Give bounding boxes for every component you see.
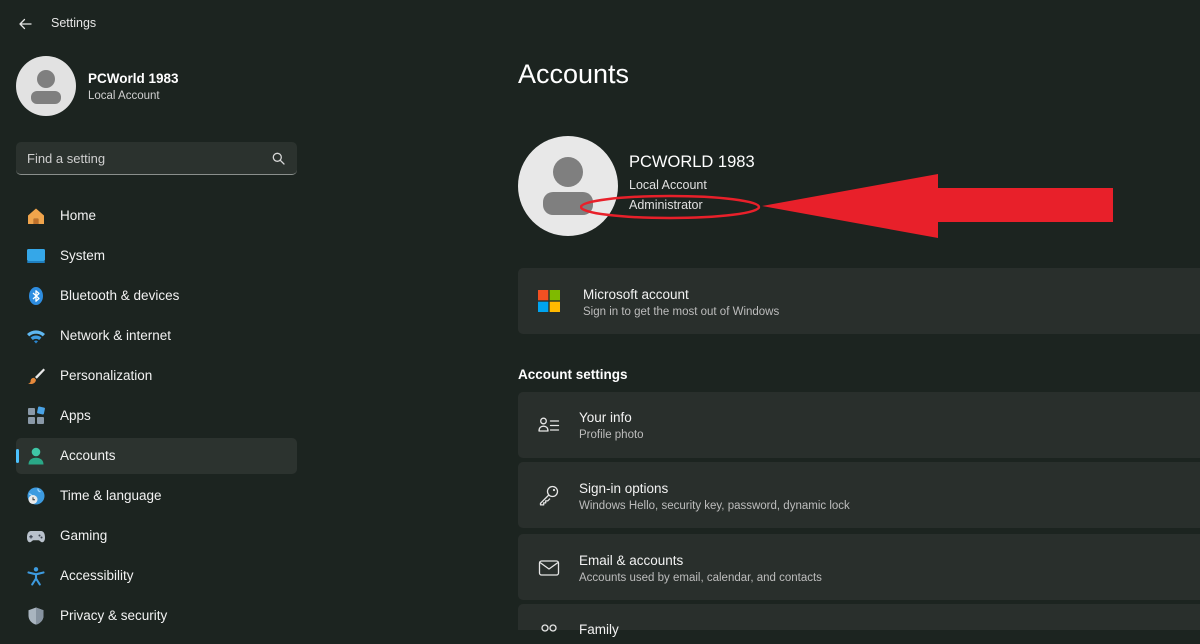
- sidebar-item-label: Accounts: [60, 448, 116, 463]
- microsoft-account-card[interactable]: Microsoft account Sign in to get the mos…: [518, 268, 1200, 334]
- annotation-arrow-shape: [762, 174, 1113, 238]
- settings-item-email-accounts[interactable]: Email & accounts Accounts used by email,…: [518, 534, 1200, 600]
- card-title: Microsoft account: [583, 287, 689, 302]
- annotation-ellipse: [580, 194, 761, 220]
- search-input[interactable]: Find a setting: [16, 142, 297, 175]
- app-title: Settings: [51, 16, 97, 30]
- sidebar-item-label: Accessibility: [60, 568, 134, 583]
- gamepad-icon: [27, 531, 45, 543]
- profile-account-type: Local Account: [88, 90, 160, 102]
- sidebar-item-privacy-security[interactable]: Privacy & security: [16, 598, 297, 634]
- section-title: Account settings: [518, 367, 628, 382]
- profile-avatar[interactable]: [16, 56, 76, 116]
- brush-icon: [28, 368, 45, 385]
- card-subtitle: Windows Hello, security key, password, d…: [579, 500, 850, 512]
- card-title: Sign-in options: [579, 481, 669, 496]
- card-subtitle: Accounts used by email, calendar, and co…: [579, 572, 822, 584]
- page-title: Accounts: [518, 59, 630, 89]
- card-title: Your info: [579, 410, 632, 425]
- sidebar-item-apps[interactable]: Apps: [16, 398, 297, 434]
- apps-icon: [28, 406, 45, 424]
- sidebar-item-label: Time & language: [60, 488, 162, 503]
- bluetooth-icon: [29, 287, 43, 305]
- accessibility-icon: [27, 567, 45, 586]
- title-bar: Settings: [0, 0, 1200, 48]
- settings-item-your-info[interactable]: Your info Profile photo: [518, 392, 1200, 458]
- back-arrow-icon[interactable]: [16, 15, 34, 33]
- sidebar-item-time-language[interactable]: Time & language: [16, 478, 297, 514]
- sidebar-item-accessibility[interactable]: Accessibility: [16, 558, 297, 594]
- profile-name: PCWorld 1983: [88, 71, 179, 86]
- sidebar-item-bluetooth[interactable]: Bluetooth & devices: [16, 278, 297, 314]
- mail-icon: [538, 560, 560, 576]
- key-icon: [539, 485, 559, 506]
- sidebar-item-label: Home: [60, 208, 97, 223]
- sidebar-item-personalization[interactable]: Personalization: [16, 358, 297, 394]
- sidebar-item-system[interactable]: System: [16, 238, 297, 274]
- sidebar-item-label: Personalization: [60, 368, 153, 383]
- settings-item-family[interactable]: Family: [518, 604, 1200, 637]
- wifi-icon: [27, 330, 45, 344]
- system-icon: [27, 249, 45, 263]
- microsoft-logo-icon: [538, 290, 560, 312]
- family-icon: [541, 624, 557, 632]
- settings-item-sign-in-options[interactable]: Sign-in options Windows Hello, security …: [518, 462, 1200, 528]
- sidebar-item-label: Privacy & security: [60, 608, 168, 623]
- sidebar-item-label: System: [60, 248, 106, 263]
- search-icon[interactable]: [272, 152, 285, 165]
- card-title: Email & accounts: [579, 553, 684, 568]
- home-icon: [28, 208, 44, 224]
- person-info-icon: [538, 417, 560, 432]
- search-placeholder: Find a setting: [27, 151, 106, 166]
- shield-icon: [28, 607, 44, 625]
- sidebar-item-label: Apps: [60, 408, 91, 423]
- sidebar-item-gaming[interactable]: Gaming: [16, 518, 297, 554]
- person-icon: [31, 70, 61, 104]
- card-subtitle: Sign in to get the most out of Windows: [583, 306, 780, 318]
- sidebar-item-home[interactable]: Home: [16, 198, 297, 234]
- accounts-icon: [28, 447, 44, 465]
- sidebar-item-label: Bluetooth & devices: [60, 288, 180, 303]
- selection-indicator: [16, 449, 19, 463]
- card-subtitle: Profile photo: [579, 429, 644, 441]
- sidebar-item-label: Gaming: [60, 528, 108, 543]
- sidebar-item-label: Network & internet: [60, 328, 172, 343]
- annotation-arrow: [580, 174, 1113, 238]
- sidebar-item-accounts[interactable]: Accounts: [16, 438, 297, 474]
- sidebar-item-network[interactable]: Network & internet: [16, 318, 297, 354]
- globe-clock-icon: [27, 487, 45, 505]
